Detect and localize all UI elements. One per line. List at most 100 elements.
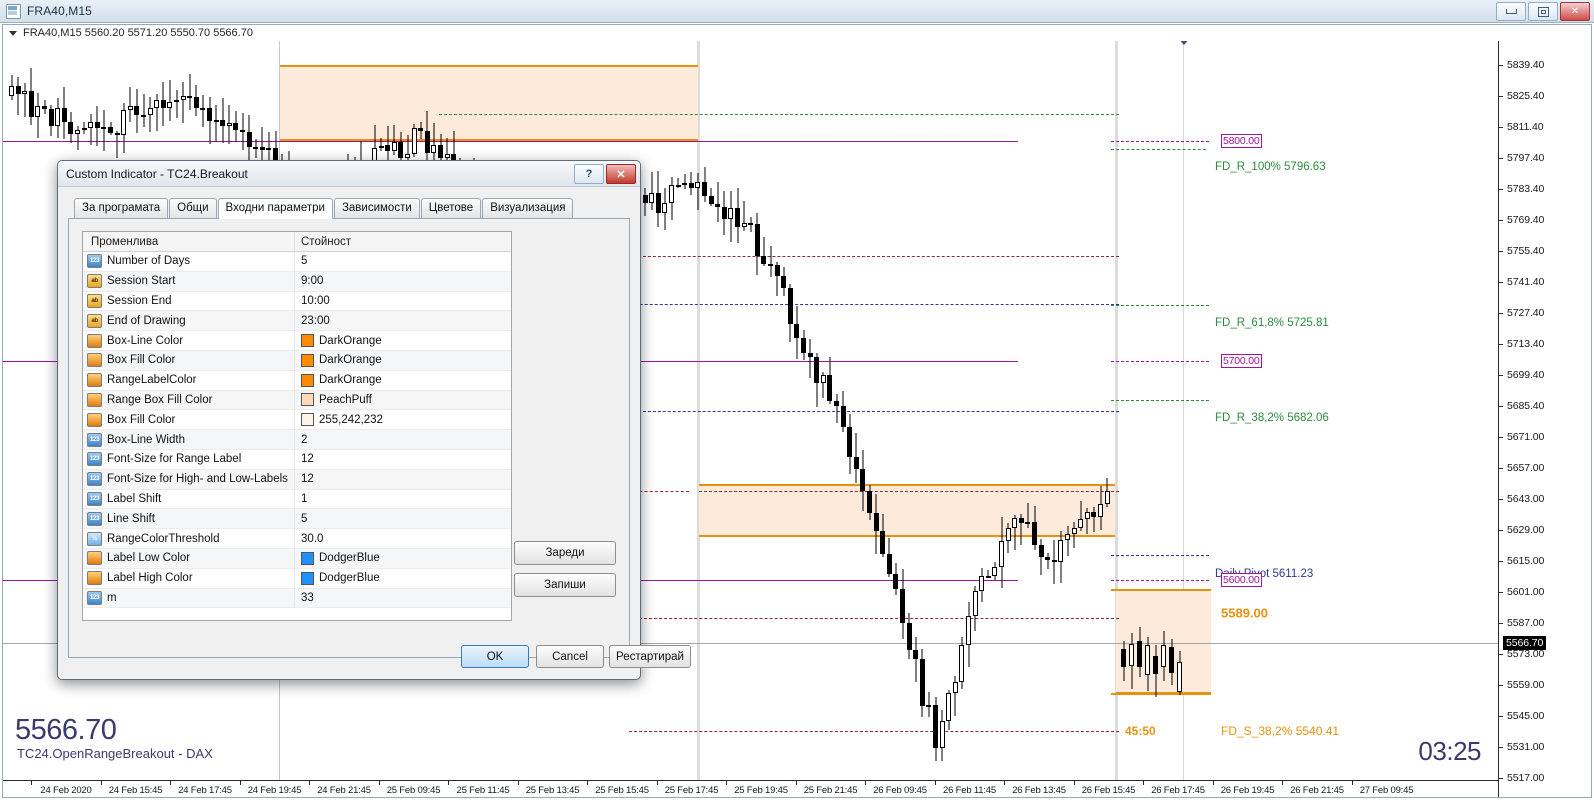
table-row[interactable]: 123 Number of Days 5	[83, 252, 511, 272]
custom-indicator-dialog[interactable]: Custom Indicator - TC24.Breakout ? ✕ За …	[57, 160, 691, 680]
table-row[interactable]: 123 Label Shift 1	[83, 489, 511, 510]
close-icon[interactable]: ✕	[606, 164, 636, 184]
parameter-value-cell[interactable]: 9:00	[295, 272, 511, 291]
fib-618-annotation: FD_R_61,8% 5725.81	[1215, 317, 1329, 329]
chart-quote-bar: FRA40,M15 5560.20 5571.20 5550.70 5566.7…	[3, 25, 1591, 41]
price-axis[interactable]: 5839.40 5825.40 5811.40 5797.40 5783.40 5769.…	[1498, 41, 1591, 797]
time-tick-label: 24 Feb 15:45	[108, 785, 163, 796]
parameter-value-cell[interactable]: DarkOrange	[295, 331, 511, 350]
load-button[interactable]: Зареди	[514, 541, 616, 565]
parameter-value-cell[interactable]: 255,242,232	[295, 410, 511, 429]
parameter-value-cell[interactable]: DarkOrange	[295, 371, 511, 390]
parameter-value-cell[interactable]: 30.0	[295, 529, 511, 548]
help-icon[interactable]: ?	[574, 164, 604, 184]
price-tick-label: 5783.40	[1507, 183, 1545, 195]
indicator-caption: TC24.OpenRangeBreakout - DAX	[17, 746, 213, 761]
table-row[interactable]: 123 m 33	[83, 588, 511, 609]
candlestick	[801, 329, 806, 360]
parameter-value-cell[interactable]: 1	[295, 490, 511, 509]
parameter-value-cell[interactable]: DarkOrange	[295, 351, 511, 370]
candlestick	[715, 182, 721, 222]
dialog-tabs[interactable]: За програмата Общи Входни параметри Зависим…	[68, 197, 630, 219]
parameter-name: Box Fill Color	[107, 413, 176, 426]
table-row[interactable]: 123 Box-Line Width 2	[83, 430, 511, 450]
save-button[interactable]: Запиши	[514, 573, 616, 597]
tab-3[interactable]: Входни параметри	[217, 198, 333, 219]
candlestick	[167, 79, 173, 121]
ok-button[interactable]: OK	[461, 645, 529, 668]
dialog-body: За програмата Общи Входни параметри Зависим…	[58, 187, 691, 679]
parameters-grid[interactable]: Променлива Стойност 123 Number of Days 5 ab…	[82, 231, 512, 621]
candlestick	[952, 676, 958, 717]
open-range-box	[280, 65, 698, 141]
parameter-value-cell[interactable]: 33	[295, 589, 511, 608]
table-row[interactable]: RangeLabelColor DarkOrange	[83, 370, 511, 391]
price-tick-label: 5643.00	[1507, 493, 1545, 505]
parameter-name-cell: 123 Number of Days	[83, 252, 295, 271]
time-tick	[587, 781, 588, 785]
parameter-value-cell[interactable]: 10:00	[295, 292, 511, 311]
table-row[interactable]: ½ RangeColorThreshold 30.0	[83, 529, 511, 549]
parameter-value-cell[interactable]: 12	[295, 450, 511, 469]
collapse-triangle-icon[interactable]	[9, 30, 17, 36]
candlestick	[28, 68, 34, 125]
price-tick	[1499, 65, 1503, 66]
tab-5[interactable]: Цветове	[420, 198, 482, 218]
price-tick-label: 5825.40	[1507, 90, 1545, 102]
candlestick	[1161, 631, 1166, 681]
time-axis[interactable]: 24 Feb 2020 24 Feb 15:45 24 Feb 17:45 24 Fe…	[3, 780, 1498, 797]
parameter-value-cell[interactable]: PeachPuff	[295, 391, 511, 410]
parameter-value: 23:00	[301, 314, 330, 327]
parameter-value-cell[interactable]: 23:00	[295, 311, 511, 330]
candlestick	[814, 353, 820, 407]
parameter-name-cell: ab End of Drawing	[83, 311, 295, 331]
maximize-icon[interactable]	[1528, 2, 1558, 21]
parameter-value-cell[interactable]: 5	[295, 509, 511, 528]
close-icon[interactable]: ✕	[1560, 2, 1590, 21]
price-tick-label: 5741.40	[1507, 276, 1545, 288]
table-row[interactable]: 123 Font-Size for Range Label 12	[83, 449, 511, 470]
tab-1[interactable]: За програмата	[74, 198, 169, 218]
table-row[interactable]: Box-Line Color DarkOrange	[83, 331, 511, 351]
parameter-name-cell: 123 Line Shift	[83, 509, 295, 529]
table-row[interactable]: ab Session End 10:00	[83, 291, 511, 312]
parameter-value-cell[interactable]: DodgerBlue	[295, 569, 511, 588]
time-tick-label: 27 Feb 09:45	[1359, 785, 1414, 796]
table-row[interactable]: Label Low Color DodgerBlue	[83, 548, 511, 569]
color-type-icon	[87, 551, 102, 566]
time-tick-label: 26 Feb 21:45	[1290, 785, 1344, 796]
time-tick	[31, 781, 32, 785]
color-type-icon	[87, 373, 102, 388]
parameter-value-cell[interactable]: 2	[295, 430, 511, 449]
parameter-value-cell[interactable]: DodgerBlue	[295, 549, 511, 568]
candlestick	[781, 267, 787, 296]
table-row[interactable]: ab End of Drawing 23:00	[83, 311, 511, 332]
table-row[interactable]: Box Fill Color 255,242,232	[83, 410, 511, 431]
int-type-icon: 123	[87, 472, 102, 487]
time-tick	[100, 781, 102, 785]
table-row[interactable]: Range Box Fill Color PeachPuff	[83, 390, 511, 411]
parameter-value-cell[interactable]: 5	[295, 252, 511, 271]
candlestick	[259, 127, 265, 163]
candlestick	[1098, 486, 1103, 530]
restart-button[interactable]: Рестартирай	[609, 645, 691, 668]
table-row[interactable]: 123 Line Shift 5	[83, 509, 511, 530]
color-type-icon	[87, 412, 102, 427]
table-row[interactable]: 123 Font-Size for High- and Low-Labels 12	[83, 469, 511, 490]
cancel-button[interactable]: Cancel	[536, 645, 604, 668]
table-row[interactable]: Label High Color DodgerBlue	[83, 568, 511, 589]
tab-6[interactable]: Визуализация	[482, 198, 574, 218]
tab-2[interactable]: Общи	[169, 198, 217, 218]
time-tick-label: 26 Feb 09:45	[873, 785, 927, 796]
minimize-icon[interactable]	[1496, 2, 1526, 21]
parameter-value-cell[interactable]: 12	[295, 470, 511, 489]
candlestick	[893, 563, 899, 596]
candlestick	[48, 104, 54, 137]
candlestick	[1038, 539, 1044, 576]
time-tick-label: 25 Feb 17:45	[664, 785, 719, 796]
table-row[interactable]: Box Fill Color DarkOrange	[83, 350, 511, 371]
large-price-readout: 5566.70	[15, 714, 117, 746]
tab-4[interactable]: Зависимости	[333, 198, 420, 218]
table-row[interactable]: ab Session Start 9:00	[83, 271, 511, 292]
price-tick-label: 5699.40	[1507, 369, 1545, 381]
